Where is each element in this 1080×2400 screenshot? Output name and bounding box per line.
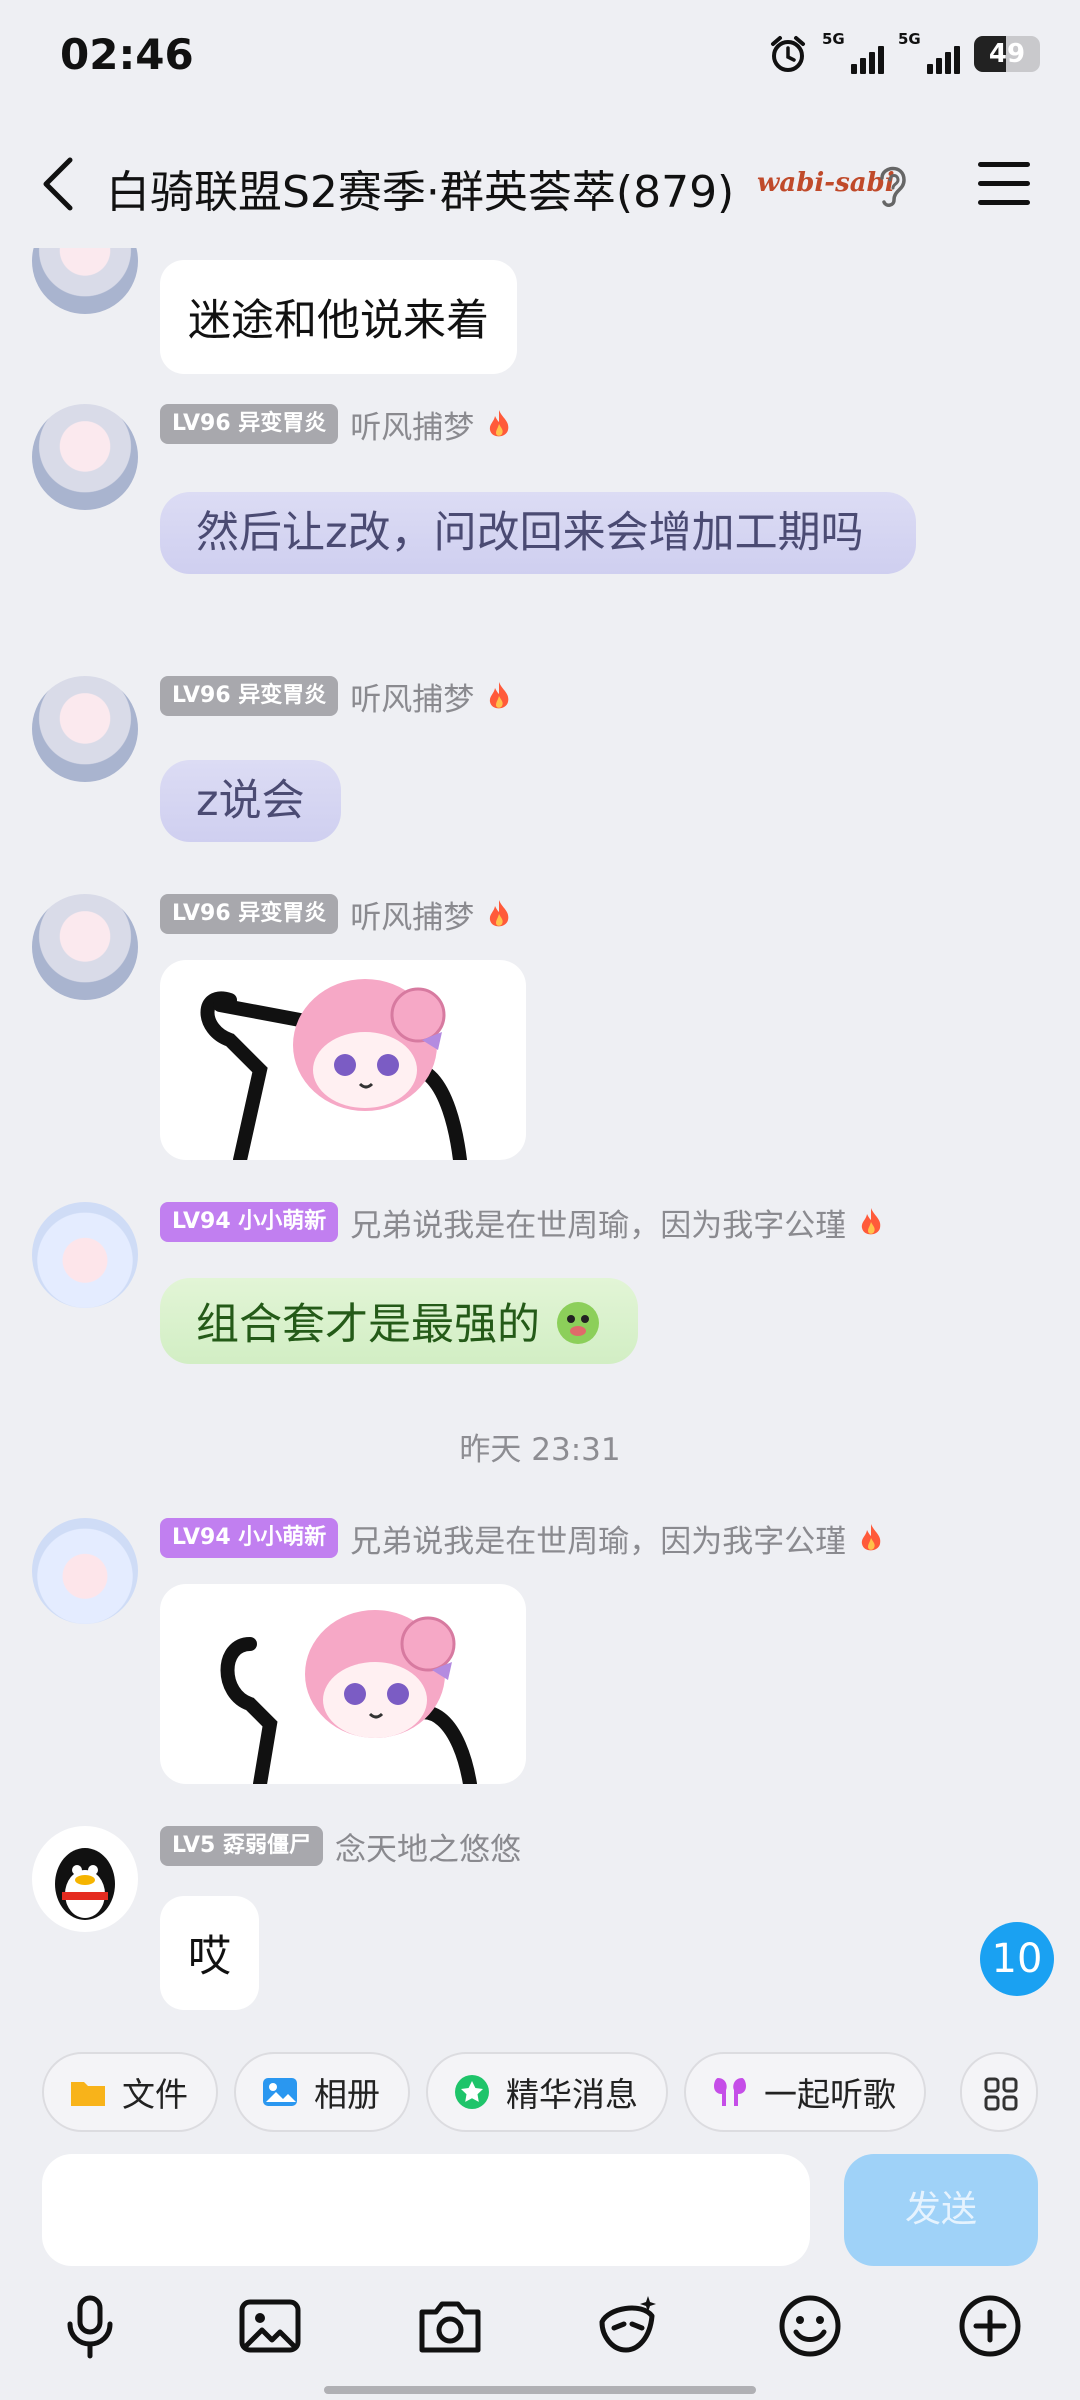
avatar[interactable] xyxy=(32,404,138,510)
sender-name[interactable]: 听风捕梦 xyxy=(350,674,474,719)
flame-icon xyxy=(490,900,509,927)
flame-icon xyxy=(862,1524,881,1551)
camera-icon[interactable] xyxy=(416,2292,484,2360)
menu-icon[interactable] xyxy=(978,162,1030,206)
sticker-image[interactable] xyxy=(160,960,526,1160)
home-indicator[interactable] xyxy=(324,2386,756,2394)
magic-mask-icon[interactable] xyxy=(594,2292,662,2360)
message-bubble[interactable]: 迷途和他说来着 xyxy=(160,260,517,374)
earbuds-icon xyxy=(714,2078,746,2106)
microphone-icon[interactable] xyxy=(56,2292,124,2360)
flame-icon xyxy=(490,410,509,437)
emoji-icon xyxy=(556,1302,599,1344)
back-arrow-icon[interactable] xyxy=(34,154,84,214)
more-apps-button[interactable] xyxy=(960,2052,1038,2132)
input-toolbar xyxy=(0,2292,1080,2372)
message-list[interactable]: 迷途和他说来着 LV96 异变胃炎 听风捕梦 然后让z改，问改回来会增加工期吗 … xyxy=(0,248,1080,2038)
files-button[interactable]: 文件 xyxy=(42,2052,218,2132)
battery-icon: 49 xyxy=(974,36,1040,72)
time-divider: 昨天 23:31 xyxy=(459,1432,621,1468)
sender-name[interactable]: 兄弟说我是在世周瑜，因为我字公瑾 xyxy=(350,1516,846,1561)
star-icon xyxy=(455,2075,489,2109)
sender-name[interactable]: 听风捕梦 xyxy=(350,892,474,937)
send-button[interactable]: 发送 xyxy=(844,2154,1038,2266)
level-badge: LV96 异变胃炎 xyxy=(160,894,339,934)
level-badge: LV94 小小萌新 xyxy=(160,1518,339,1558)
avatar[interactable] xyxy=(32,894,138,1000)
avatar[interactable] xyxy=(32,248,138,314)
chat-header: 白骑联盟S2赛季·群英荟萃(879) wabi-sabi xyxy=(0,118,1080,248)
level-badge: LV96 异变胃炎 xyxy=(160,676,339,716)
sender-name[interactable]: 念天地之悠悠 xyxy=(335,1824,521,1869)
message-bubble[interactable]: 然后让z改，问改回来会增加工期吗 xyxy=(160,492,916,574)
listen-together-button[interactable]: 一起听歌 xyxy=(684,2052,926,2132)
level-badge: LV96 异变胃炎 xyxy=(160,404,339,444)
unread-count-badge[interactable]: 10 xyxy=(980,1922,1054,1996)
battery-level: 49 xyxy=(988,39,1026,69)
avatar[interactable] xyxy=(32,1518,138,1624)
signal-icon: 5G xyxy=(822,30,884,74)
group-title[interactable]: 白骑联盟S2赛季·群英荟萃(879) xyxy=(106,156,734,220)
sender-name[interactable]: 兄弟说我是在世周瑜，因为我字公瑾 xyxy=(350,1200,846,1245)
avatar[interactable] xyxy=(32,1202,138,1308)
flame-icon xyxy=(490,682,509,709)
highlights-button[interactable]: 精华消息 xyxy=(426,2052,668,2132)
image-icon[interactable] xyxy=(236,2292,304,2360)
message-bubble[interactable]: 哎 xyxy=(160,1896,259,2010)
signal-icon: 5G xyxy=(898,30,960,74)
status-bar: 02:46 5G 5G 49 xyxy=(0,0,1080,118)
message-bubble[interactable]: z说会 xyxy=(160,760,341,842)
emoji-icon[interactable] xyxy=(776,2292,844,2360)
album-icon xyxy=(263,2078,297,2106)
ear-icon[interactable] xyxy=(872,160,912,210)
album-button[interactable]: 相册 xyxy=(234,2052,410,2132)
message-input[interactable] xyxy=(42,2154,810,2266)
avatar[interactable] xyxy=(32,676,138,782)
plus-icon[interactable] xyxy=(956,2292,1024,2360)
flame-icon xyxy=(862,1208,881,1235)
level-badge: LV94 小小萌新 xyxy=(160,1202,339,1242)
message-text: 组合套才是最强的 xyxy=(196,1300,540,1350)
avatar[interactable] xyxy=(32,1826,138,1932)
folder-icon xyxy=(71,2082,105,2106)
status-time: 02:46 xyxy=(60,30,194,79)
alarm-icon xyxy=(771,36,805,72)
message-bubble[interactable]: 组合套才是最强的 xyxy=(160,1278,638,1364)
grid-icon xyxy=(984,2077,1018,2111)
quick-actions: 文件 相册 精华消息 一起听歌 xyxy=(42,2052,926,2132)
sender-name[interactable]: 听风捕梦 xyxy=(350,402,474,447)
level-badge: LV5 孬弱僵尸 xyxy=(160,1826,323,1866)
sticker-image[interactable] xyxy=(160,1584,526,1784)
